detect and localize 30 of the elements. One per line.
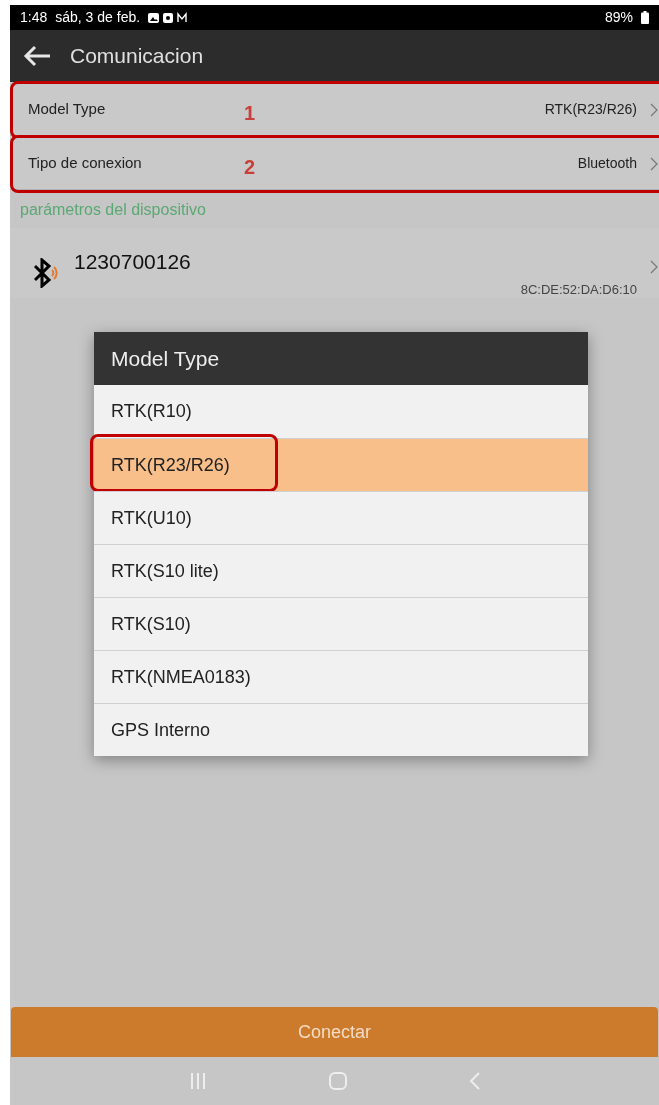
back-arrow-icon[interactable] — [22, 44, 52, 68]
annotation-number: 2 — [244, 155, 256, 180]
status-time: 1:48 — [20, 8, 48, 27]
home-icon[interactable] — [327, 1071, 348, 1091]
setting-value: RTK(R23/R26) — [544, 100, 637, 119]
device-name: 1230700126 — [74, 249, 191, 275]
battery-level: 89% — [604, 8, 633, 27]
device-address: 8C:DE:52:DA:D6:10 — [520, 281, 637, 299]
dialog-option[interactable]: RTK(S10) — [94, 597, 588, 650]
back-icon[interactable] — [467, 1071, 482, 1091]
screen-title: Comunicacion — [70, 43, 204, 70]
chevron-icon — [650, 260, 658, 274]
setting-row[interactable]: Tipo de conexion 2 Bluetooth — [10, 138, 659, 190]
setting-label: Tipo de conexion — [28, 153, 142, 174]
dialog-option[interactable]: RTK(R10) — [94, 385, 588, 438]
bluetooth-icon — [32, 258, 58, 288]
dialog-option[interactable]: RTK(NMEA0183) — [94, 650, 588, 703]
status-date: sáb, 3 de feb. — [55, 8, 141, 27]
setting-value: Bluetooth — [577, 154, 637, 173]
section-title: parámetros del dispositivo — [19, 200, 207, 220]
chevron-icon — [650, 103, 658, 117]
chevron-icon — [650, 157, 658, 171]
annotation-number: 1 — [244, 101, 256, 126]
dialog-option[interactable]: RTK(U10) — [94, 491, 588, 544]
dialog-option[interactable]: GPS Interno — [94, 703, 588, 756]
dialog-title: Model Type — [94, 332, 588, 385]
setting-row[interactable]: Model Type 1 RTK(R23/R26) — [10, 84, 659, 136]
dialog-option[interactable]: RTK(S10 lite) — [94, 544, 588, 597]
battery-icon — [641, 11, 649, 24]
setting-label: Model Type — [28, 99, 106, 120]
